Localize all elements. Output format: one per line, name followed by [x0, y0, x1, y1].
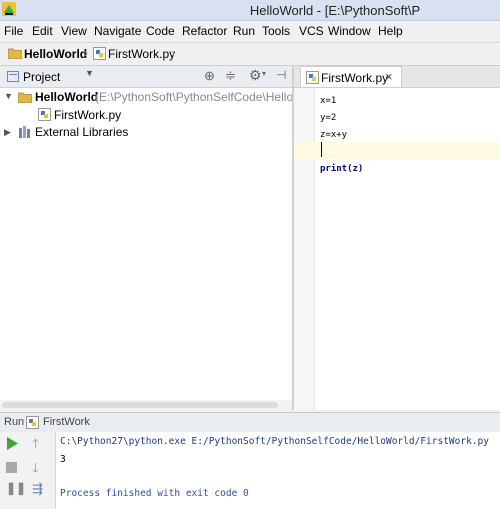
stop-icon[interactable]	[6, 462, 17, 473]
editor-gutter	[294, 88, 315, 410]
run-config-name[interactable]: FirstWork	[43, 416, 90, 428]
menu-view[interactable]: View	[61, 24, 87, 38]
tab-firstwork[interactable]: FirstWork.py ×	[300, 66, 402, 87]
python-file-icon	[306, 71, 319, 84]
breadcrumb-project[interactable]: HelloWorld	[24, 47, 87, 61]
dropdown-arrow-icon[interactable]: ▾	[262, 69, 266, 78]
python-file-icon	[93, 47, 106, 60]
scrollbar-thumb[interactable]	[2, 402, 278, 408]
run-panel-title: Run	[4, 416, 25, 428]
project-view-title[interactable]: Project	[23, 70, 60, 84]
menu-navigate[interactable]: Navigate	[94, 24, 141, 38]
tree-item-file[interactable]: FirstWork.py	[54, 108, 121, 122]
menu-edit[interactable]: Edit	[32, 24, 53, 38]
folder-icon	[8, 48, 22, 59]
tree-item-root[interactable]: HelloWorld	[35, 90, 98, 104]
code-line-1: x=1	[320, 96, 337, 106]
menu-window[interactable]: Window	[328, 24, 371, 38]
tab-label: FirstWork.py	[321, 71, 389, 85]
console-command-line: C:\Python27\python.exe E:/PythonSoft/Pyt…	[60, 436, 489, 447]
tree-expand-arrow-icon[interactable]: ▶	[4, 127, 11, 138]
code-line-5: print(z)	[320, 164, 364, 174]
chevron-right-icon: ›	[171, 46, 175, 60]
dropdown-arrow-icon[interactable]: ▼	[85, 68, 94, 78]
tree-item-external-libraries[interactable]: External Libraries	[35, 125, 128, 139]
current-line-highlight	[294, 142, 500, 159]
project-view-icon	[7, 71, 19, 82]
folder-icon	[18, 92, 32, 103]
run-panel-header: Run FirstWork	[0, 412, 500, 433]
chevron-right-icon: ›	[84, 46, 88, 60]
soft-wrap-icon[interactable]: ⇶	[32, 481, 43, 497]
collapse-all-icon[interactable]: ≑	[225, 68, 236, 84]
menu-file[interactable]: File	[4, 24, 23, 38]
menu-bar: File Edit View Navigate Code Refactor Ru…	[0, 21, 500, 43]
library-icon	[19, 126, 30, 138]
close-icon[interactable]: ×	[385, 69, 393, 84]
rerun-play-icon[interactable]	[6, 437, 18, 450]
up-arrow-icon[interactable]: 🡑	[32, 435, 39, 457]
menu-help[interactable]: Help	[378, 24, 403, 38]
tree-item-root-path: (E:\PythonSoft\PythonSelfCode\HelloWorl	[95, 90, 292, 104]
python-file-icon	[26, 416, 39, 429]
menu-tools[interactable]: Tools	[262, 24, 290, 38]
text-caret	[321, 142, 322, 157]
menu-code[interactable]: Code	[146, 24, 175, 38]
navigation-bar: HelloWorld › FirstWork.py ›	[0, 43, 500, 66]
down-arrow-icon[interactable]: 🡓	[32, 459, 39, 481]
code-line-2: y=2	[320, 113, 337, 123]
console-exit-line: Process finished with exit code 0	[60, 488, 249, 499]
run-toolbar: 🡑 🡓 ❚❚ ⇶	[0, 432, 56, 509]
tree-expand-arrow-icon[interactable]: ▼	[4, 91, 13, 101]
menu-vcs[interactable]: VCS	[299, 24, 324, 38]
code-line-3: z=x+y	[320, 130, 348, 140]
title-bar[interactable]: HelloWorld - [E:\PythonSoft\P	[0, 0, 500, 21]
window-title: HelloWorld - [E:\PythonSoft\P	[249, 3, 421, 18]
menu-refactor[interactable]: Refactor	[182, 24, 227, 38]
hide-panel-icon[interactable]: ⊣	[276, 68, 286, 82]
python-file-icon	[38, 108, 51, 121]
project-panel-header: Project ▼ ⊕ ≑ ⚙ ▾ ⊣	[0, 66, 292, 88]
target-icon[interactable]: ⊕	[204, 68, 215, 84]
breadcrumb-file[interactable]: FirstWork.py	[108, 47, 175, 61]
menu-run[interactable]: Run	[233, 24, 255, 38]
pause-icon[interactable]: ❚❚	[6, 481, 26, 495]
gear-icon[interactable]: ⚙	[249, 67, 262, 84]
console-output-line: 3	[60, 454, 66, 465]
